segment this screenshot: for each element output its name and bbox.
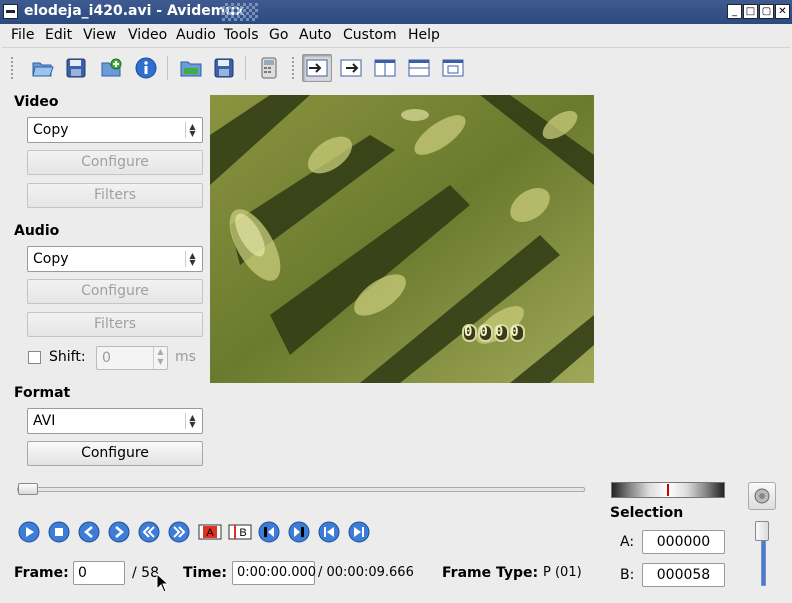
menu-go[interactable]: Go <box>269 27 288 43</box>
video-preview <box>210 95 594 383</box>
maximize-icon[interactable]: ▢ <box>759 4 774 19</box>
format-select[interactable]: AVI ▲ ▼ <box>27 408 203 434</box>
spin-arrows-icon[interactable]: ▲ ▼ <box>153 347 167 369</box>
speaker-button[interactable] <box>748 482 776 510</box>
toolbar-grip <box>10 56 14 80</box>
menu-audio[interactable]: Audio <box>176 27 216 43</box>
shift-checkbox[interactable] <box>28 351 41 364</box>
menu-edit[interactable]: Edit <box>45 27 72 43</box>
audio-configure-button[interactable]: Configure <box>27 279 203 304</box>
shift-value: 0 <box>102 350 111 366</box>
selection-b-label: B: <box>620 567 635 583</box>
previous-frame-icon[interactable] <box>78 521 100 543</box>
title-bar-decoration <box>222 3 258 21</box>
mouse-cursor-icon <box>156 573 170 593</box>
toolbar <box>2 50 790 86</box>
save-disk-icon[interactable] <box>209 54 239 82</box>
video-section-heading: Video <box>14 94 59 110</box>
menu-help[interactable]: Help <box>408 27 440 43</box>
calculator-icon[interactable] <box>254 54 284 82</box>
toolbar-grip <box>291 56 295 80</box>
menu-video[interactable]: Video <box>128 27 167 43</box>
time-input[interactable]: 0:00:00.000 <box>232 561 316 585</box>
minimize-icon[interactable]: _ <box>727 4 742 19</box>
shift-unit: ms <box>175 349 196 365</box>
frame-total: / 58 <box>132 565 159 581</box>
format-value: AVI <box>33 413 56 429</box>
video-codec-select[interactable]: Copy ▲ ▼ <box>27 117 203 143</box>
selection-a-label: A: <box>620 534 635 550</box>
menu-file[interactable]: File <box>11 27 34 43</box>
open-icon[interactable] <box>28 54 58 82</box>
audio-level-meter <box>611 482 725 498</box>
menu-custom[interactable]: Custom <box>343 27 397 43</box>
close-icon[interactable]: ✕ <box>775 4 790 19</box>
time-label: Time: <box>183 565 228 581</box>
shade-icon[interactable]: □ <box>743 4 758 19</box>
shift-spinbox[interactable]: 0 ▲ ▼ <box>96 346 168 370</box>
previous-keyframe-icon[interactable] <box>138 521 160 543</box>
menu-view[interactable]: View <box>83 27 116 43</box>
chevron-updown-icon: ▲ ▼ <box>185 413 199 429</box>
selection-heading: Selection <box>610 505 684 521</box>
next-frame-icon[interactable] <box>108 521 130 543</box>
play-icon[interactable] <box>18 521 40 543</box>
previous-black-frame-icon[interactable] <box>318 521 340 543</box>
audio-codec-value: Copy <box>33 251 69 267</box>
frame-type-value: P (01) <box>543 565 582 580</box>
chevron-updown-icon: ▲ ▼ <box>185 122 199 138</box>
audio-section-heading: Audio <box>14 223 60 239</box>
overlay-text: 0000 <box>464 324 526 340</box>
chevron-updown-icon: ▲ ▼ <box>185 251 199 267</box>
top-bottom-view-icon[interactable] <box>404 54 434 82</box>
goto-marker-a-icon[interactable] <box>258 521 280 543</box>
input-view-icon[interactable] <box>302 54 332 82</box>
timeline-slider-thumb[interactable] <box>18 483 38 495</box>
frame-input[interactable]: 0 <box>73 561 125 585</box>
format-section-heading: Format <box>14 385 71 401</box>
volume-slider-thumb[interactable] <box>755 521 769 541</box>
menu-tools[interactable]: Tools <box>224 27 259 43</box>
next-keyframe-icon[interactable] <box>168 521 190 543</box>
append-icon[interactable] <box>97 54 127 82</box>
toolbar-separator <box>167 56 168 80</box>
info-icon[interactable] <box>131 54 161 82</box>
frame-label: Frame: <box>14 565 69 581</box>
toolbar-separator <box>245 56 246 80</box>
window-title: elodeja_i420.avi - Avidemux <box>24 3 245 19</box>
side-view-icon[interactable] <box>370 54 400 82</box>
goto-marker-b-icon[interactable] <box>288 521 310 543</box>
marker-b-text: B <box>239 527 246 539</box>
time-total: / 00:00:09.666 <box>318 565 414 580</box>
menu-bar: File Edit View Video Audio Tools Go Auto… <box>2 24 790 48</box>
video-configure-button[interactable]: Configure <box>27 150 203 175</box>
selection-a-value: 000000 <box>642 530 725 554</box>
save-folder-icon[interactable] <box>176 54 206 82</box>
frame-type-label: Frame Type: <box>442 565 539 581</box>
menu-auto[interactable]: Auto <box>299 27 332 43</box>
set-marker-a-button[interactable]: A <box>198 521 224 543</box>
selection-b-value: 000058 <box>642 563 725 587</box>
audio-codec-select[interactable]: Copy ▲ ▼ <box>27 246 203 272</box>
audio-filters-button[interactable]: Filters <box>27 312 203 337</box>
title-bar: elodeja_i420.avi - Avidemux _ □ ▢ ✕ <box>0 0 792 24</box>
timeline-slider[interactable] <box>17 487 585 492</box>
save-icon[interactable] <box>61 54 91 82</box>
video-codec-value: Copy <box>33 122 69 138</box>
separate-view-icon[interactable] <box>438 54 468 82</box>
set-marker-b-button[interactable]: B <box>228 521 254 543</box>
next-black-frame-icon[interactable] <box>348 521 370 543</box>
output-view-icon[interactable] <box>336 54 366 82</box>
marker-a-text: A <box>206 527 214 539</box>
stop-icon[interactable] <box>48 521 70 543</box>
format-configure-button[interactable]: Configure <box>27 441 203 466</box>
shift-label: Shift: <box>49 349 86 365</box>
video-filters-button[interactable]: Filters <box>27 183 203 208</box>
window-menu-button[interactable] <box>3 4 18 19</box>
